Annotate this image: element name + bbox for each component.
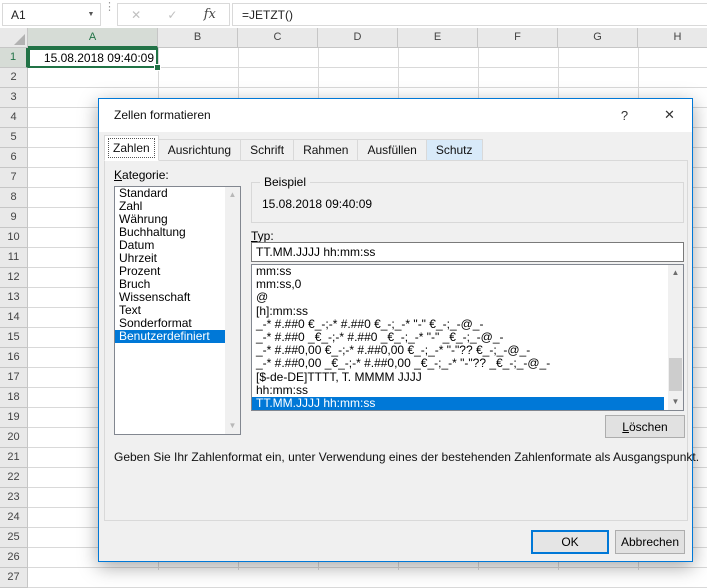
formula-input[interactable]: =JETZT() xyxy=(232,3,707,26)
type-input[interactable]: TT.MM.JJJJ hh:mm:ss xyxy=(251,242,684,262)
row-header-17[interactable]: 17 xyxy=(0,368,28,388)
column-header-h[interactable]: H xyxy=(638,28,707,48)
formula-bar-handle-icon[interactable]: ⋮ xyxy=(104,4,115,10)
dialog-tabs: ZahlenAusrichtungSchriftRahmenAusfüllenS… xyxy=(104,135,482,161)
name-box[interactable]: A1 ▼ xyxy=(2,3,101,26)
example-groupbox: Beispiel 15.08.2018 09:40:09 xyxy=(251,182,684,223)
row-header-5[interactable]: 5 xyxy=(0,128,28,148)
format-cells-dialog: Zellen formatieren ? ✕ ZahlenAusrichtung… xyxy=(98,98,693,562)
grid-line xyxy=(28,87,707,88)
row-header-23[interactable]: 23 xyxy=(0,488,28,508)
row-header-14[interactable]: 14 xyxy=(0,308,28,328)
category-label: Kategorie: xyxy=(114,168,169,182)
cancel-button[interactable]: Abbrechen xyxy=(615,530,685,554)
insert-function-icon[interactable]: fx xyxy=(204,7,216,22)
format-type-option[interactable]: TT.MM.JJJJ hh:mm:ss xyxy=(252,397,664,410)
row-header-15[interactable]: 15 xyxy=(0,328,28,348)
column-header-d[interactable]: D xyxy=(318,28,398,48)
row-header-26[interactable]: 26 xyxy=(0,548,28,568)
formula-bar-buttons: ✕ ✓ fx xyxy=(117,3,230,26)
format-type-option[interactable]: _-* #.##0 €_-;-* #.##0 €_-;_-* "-" €_-;_… xyxy=(252,318,683,331)
format-type-option[interactable]: @ xyxy=(252,291,683,304)
category-listbox[interactable]: StandardZahlWährungBuchhaltungDatumUhrze… xyxy=(114,186,241,435)
row-header-18[interactable]: 18 xyxy=(0,388,28,408)
column-header-b[interactable]: B xyxy=(158,28,238,48)
tab-rahmen[interactable]: Rahmen xyxy=(293,139,358,161)
tab-label: Zahlen xyxy=(108,138,155,158)
column-header-g[interactable]: G xyxy=(558,28,638,48)
row-header-8[interactable]: 8 xyxy=(0,188,28,208)
select-all-corner[interactable] xyxy=(0,28,28,48)
example-label: Beispiel xyxy=(260,175,310,189)
scrollbar-thumb[interactable] xyxy=(669,358,682,391)
dialog-help-button[interactable]: ? xyxy=(602,99,647,131)
type-label: Typ: xyxy=(251,229,274,243)
tab-ausrichtung[interactable]: Ausrichtung xyxy=(158,139,241,161)
row-header-6[interactable]: 6 xyxy=(0,148,28,168)
cancel-entry-icon[interactable]: ✕ xyxy=(131,8,141,22)
row-header-22[interactable]: 22 xyxy=(0,468,28,488)
tab-ausfüllen[interactable]: Ausfüllen xyxy=(357,139,426,161)
column-header-f[interactable]: F xyxy=(478,28,558,48)
name-box-dropdown-icon[interactable]: ▼ xyxy=(82,11,100,18)
dialog-title: Zellen formatieren xyxy=(114,99,211,132)
row-header-3[interactable]: 3 xyxy=(0,88,28,108)
row-header-27[interactable]: 27 xyxy=(0,568,28,588)
tab-zahlen[interactable]: Zahlen xyxy=(104,135,159,161)
scroll-up-icon[interactable]: ▲ xyxy=(225,187,240,203)
row-header-12[interactable]: 12 xyxy=(0,268,28,288)
row-header-10[interactable]: 10 xyxy=(0,228,28,248)
name-box-value: A1 xyxy=(3,8,82,22)
row-header-20[interactable]: 20 xyxy=(0,428,28,448)
formula-bar: A1 ▼ ⋮ ✕ ✓ fx =JETZT() xyxy=(0,0,707,29)
formula-text: =JETZT() xyxy=(233,8,293,22)
format-type-option[interactable]: [h]:mm:ss xyxy=(252,305,683,318)
grid-line xyxy=(28,567,707,568)
row-header-9[interactable]: 9 xyxy=(0,208,28,228)
row-header-24[interactable]: 24 xyxy=(0,508,28,528)
row-header-19[interactable]: 19 xyxy=(0,408,28,428)
column-header-c[interactable]: C xyxy=(238,28,318,48)
ok-button[interactable]: OK xyxy=(531,530,609,554)
delete-button[interactable]: Löschen xyxy=(605,415,685,438)
select-all-triangle-icon xyxy=(14,34,25,45)
row-header-1[interactable]: 1 xyxy=(0,48,28,68)
row-header-21[interactable]: 21 xyxy=(0,448,28,468)
format-type-option[interactable]: _-* #.##0,00 _€_-;-* #.##0,00 _€_-;_-* "… xyxy=(252,357,683,370)
category-scrollbar[interactable]: ▲ ▼ xyxy=(225,187,240,434)
tab-schutz[interactable]: Schutz xyxy=(426,139,483,161)
row-header-4[interactable]: 4 xyxy=(0,108,28,128)
scroll-up-icon[interactable]: ▲ xyxy=(668,265,683,281)
format-list-scrollbar[interactable]: ▲ ▼ xyxy=(668,265,683,410)
row-header-7[interactable]: 7 xyxy=(0,168,28,188)
format-type-option[interactable]: mm:ss xyxy=(252,265,683,278)
column-header-a[interactable]: A xyxy=(28,28,158,48)
active-cell-a1[interactable]: 15.08.2018 09:40:09 xyxy=(28,48,158,68)
dialog-titlebar[interactable]: Zellen formatieren ? ✕ xyxy=(99,99,692,132)
column-header-e[interactable]: E xyxy=(398,28,478,48)
dialog-close-icon[interactable]: ✕ xyxy=(647,99,692,131)
example-value: 15.08.2018 09:40:09 xyxy=(262,197,372,211)
row-header-13[interactable]: 13 xyxy=(0,288,28,308)
format-type-option[interactable]: hh:mm:ss xyxy=(252,384,683,397)
confirm-entry-icon[interactable]: ✓ xyxy=(167,8,177,22)
format-type-option[interactable]: [$-de-DE]TTTT, T. MMMM JJJJ xyxy=(252,371,683,384)
row-header-25[interactable]: 25 xyxy=(0,528,28,548)
scroll-down-icon[interactable]: ▼ xyxy=(668,394,683,410)
format-type-listbox[interactable]: mm:ssmm:ss,0@[h]:mm:ss_-* #.##0 €_-;-* #… xyxy=(251,264,684,411)
row-header-16[interactable]: 16 xyxy=(0,348,28,368)
scroll-down-icon[interactable]: ▼ xyxy=(225,418,240,434)
row-header-2[interactable]: 2 xyxy=(0,68,28,88)
fill-handle[interactable] xyxy=(154,64,161,71)
category-option[interactable]: Benutzerdefiniert xyxy=(115,330,240,343)
row-header-11[interactable]: 11 xyxy=(0,248,28,268)
tab-schrift[interactable]: Schrift xyxy=(240,139,294,161)
dialog-help-text: Geben Sie Ihr Zahlenformat ein, unter Ve… xyxy=(114,450,699,464)
format-type-option[interactable]: mm:ss,0 xyxy=(252,278,683,291)
